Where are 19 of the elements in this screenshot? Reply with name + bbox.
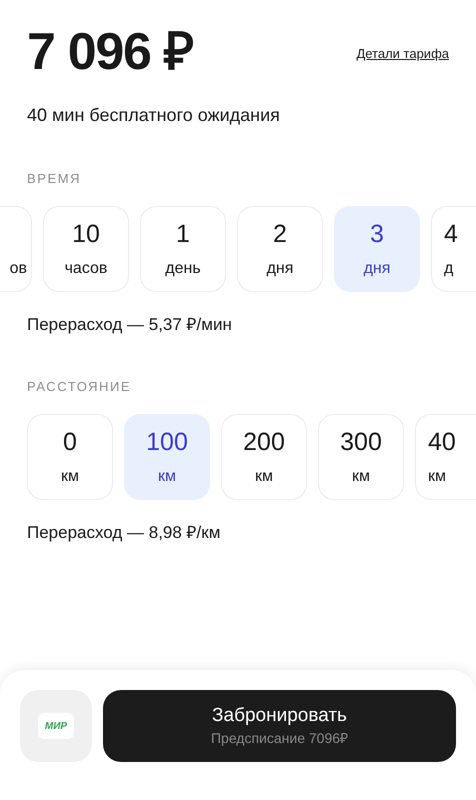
option-card[interactable]: 100 км bbox=[124, 414, 210, 500]
section-title: РАССТОЯНИЕ bbox=[26, 378, 132, 396]
book-button[interactable]: Забронировать Предсписание 7096₽ bbox=[103, 690, 456, 762]
option-card[interactable]: 2 дня bbox=[237, 206, 323, 292]
option-card[interactable]: 3 дня bbox=[334, 206, 420, 292]
option-card[interactable]: 300 км bbox=[318, 414, 404, 500]
tariff-details-link[interactable]: Детали тарифа bbox=[356, 44, 449, 64]
option-card[interactable]: 4 д bbox=[431, 206, 476, 292]
free-waiting-text: 40 мин бесплатного ожидания bbox=[26, 104, 281, 127]
option-card[interactable]: 10 часов bbox=[43, 206, 129, 292]
section-title: ВРЕМЯ bbox=[26, 170, 82, 188]
option-card[interactable]: 0 км bbox=[27, 414, 113, 500]
option-card[interactable]: ов bbox=[0, 206, 32, 292]
option-card[interactable]: 40 км bbox=[415, 414, 476, 500]
option-card[interactable]: 1 день bbox=[140, 206, 226, 292]
option-card[interactable]: 200 км bbox=[221, 414, 307, 500]
price: 7 096 ₽ bbox=[27, 22, 192, 83]
overage-text: Перерасход — 5,37 ₽/мин bbox=[26, 314, 233, 336]
overage-text: Перерасход — 8,98 ₽/км bbox=[26, 522, 222, 544]
